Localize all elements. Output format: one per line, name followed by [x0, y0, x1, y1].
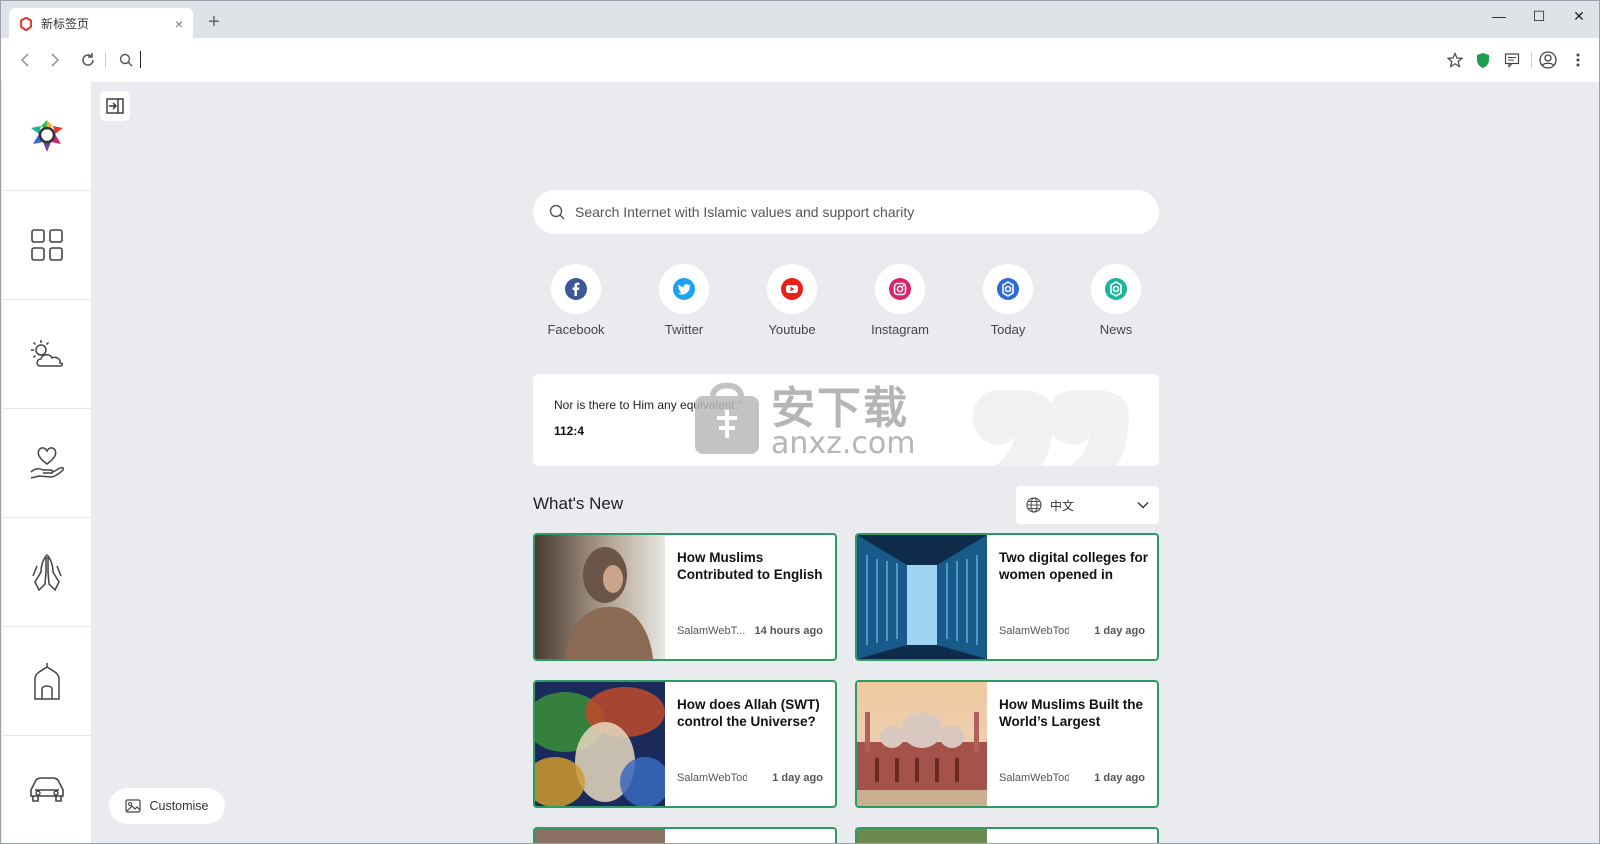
news-card[interactable]: [855, 827, 1159, 843]
car-icon: [29, 777, 64, 802]
search-bar[interactable]: [533, 190, 1159, 234]
browser-toolbar: [0, 38, 1600, 82]
news-thumbnail: [535, 829, 665, 843]
news-time: 14 hours ago: [754, 625, 823, 637]
news-thumbnail: [535, 682, 665, 806]
text-caret: [140, 51, 141, 68]
salam-logo-icon: [30, 120, 63, 152]
chat-icon[interactable]: [1500, 48, 1524, 72]
toolbar-separator: [105, 52, 106, 68]
mosque-icon: [33, 663, 60, 700]
shortcut-label: Instagram: [871, 322, 929, 337]
chevron-down-icon: [1137, 502, 1149, 509]
search-icon: [549, 204, 565, 220]
news-title: Two digital colleges for women opened in: [999, 550, 1149, 582]
news-card[interactable]: Two digital colleges for women opened in…: [855, 533, 1159, 661]
tab-title: 新标签页: [41, 17, 90, 31]
shortcut-label: News: [1099, 322, 1133, 337]
shortcuts: Facebook Twitter Youtube Instagram Today: [533, 264, 1159, 344]
news-icon: [1105, 278, 1127, 300]
news-title: How Muslims Contributed to English: [677, 550, 823, 582]
browser-tab[interactable]: 新标签页 ×: [9, 8, 193, 39]
shortcut-label: Youtube: [768, 322, 816, 337]
close-window-button[interactable]: ✕: [1559, 3, 1599, 29]
shield-icon[interactable]: [1471, 48, 1495, 72]
toolbar-separator: [1531, 52, 1532, 68]
news-thumbnail: [535, 535, 665, 659]
menu-icon[interactable]: [1566, 48, 1590, 72]
maximize-button[interactable]: ☐: [1519, 3, 1559, 29]
shortcut-twitter[interactable]: Twitter: [639, 264, 729, 337]
news-time: 1 day ago: [1094, 625, 1145, 637]
news-title: How does Allah (SWT) control the Univers…: [677, 697, 820, 729]
praying-hands-icon: [31, 553, 62, 592]
shortcut-label: Today: [990, 322, 1026, 337]
language-label: 中文: [1050, 498, 1075, 513]
today-icon: [997, 278, 1019, 300]
news-time: 1 day ago: [1094, 772, 1145, 784]
verse-text: Nor is there to Him any equivalent.": [554, 398, 743, 412]
verse-reference: 112:4: [554, 424, 585, 438]
reload-icon[interactable]: [76, 48, 100, 72]
youtube-icon: [781, 278, 803, 300]
sidebar-toggle-icon: [106, 98, 124, 114]
shortcut-label: Facebook: [547, 322, 605, 337]
customise-label: Customise: [149, 799, 209, 813]
new-tab-button[interactable]: +: [203, 11, 225, 33]
instagram-icon: [889, 278, 911, 300]
salam-logo-icon: [20, 16, 32, 31]
shortcut-facebook[interactable]: Facebook: [531, 264, 621, 337]
news-thumbnail: [857, 682, 987, 806]
news-thumbnail: [857, 829, 987, 843]
title-bar: 新标签页 × + — ☐ ✕: [0, 0, 1600, 39]
shortcut-today[interactable]: Today: [963, 264, 1053, 337]
news-time: 1 day ago: [772, 772, 823, 784]
facebook-icon: [565, 278, 587, 300]
weather-icon: [30, 340, 63, 367]
sidebar-item-charity[interactable]: [2, 409, 91, 518]
customise-button[interactable]: Customise: [109, 788, 225, 824]
grid-icon: [30, 229, 63, 261]
whats-new-title: What's New: [533, 494, 624, 513]
news-source: SalamWebToday: [999, 625, 1069, 637]
news-source: SalamWebT...: [677, 625, 746, 637]
verse-card: Nor is there to Him any equivalent." 112…: [533, 374, 1159, 466]
account-icon[interactable]: [1536, 48, 1560, 72]
sidebar-item-mosque[interactable]: [2, 627, 91, 736]
search-input[interactable]: [575, 204, 1159, 220]
image-icon: [125, 799, 142, 813]
news-card[interactable]: How Muslims Contributed to English Salam…: [533, 533, 837, 661]
address-bar[interactable]: [137, 48, 1387, 72]
sidebar-item-car[interactable]: [2, 736, 91, 843]
sidebar-toggle-button[interactable]: [100, 91, 130, 121]
news-card[interactable]: How does Allah (SWT) control the Univers…: [533, 680, 837, 808]
shortcut-instagram[interactable]: Instagram: [855, 264, 945, 337]
sidebar-item-prayer[interactable]: [2, 518, 91, 627]
quote-icon: [972, 390, 1129, 466]
sidebar-logo: [2, 82, 91, 191]
sidebar: [2, 82, 91, 843]
news-source: SalamWebToday: [999, 772, 1069, 784]
forward-icon[interactable]: [43, 48, 67, 72]
star-icon[interactable]: [1443, 48, 1467, 72]
search-icon: [114, 48, 138, 72]
shortcut-label: Twitter: [664, 322, 704, 337]
heart-hand-icon: [29, 447, 64, 479]
news-title: How Muslims Built the World’s Largest: [999, 697, 1144, 729]
new-tab-page: Facebook Twitter Youtube Instagram Today: [0, 82, 1600, 844]
news-card[interactable]: How Muslims Built the World’s Largest Sa…: [855, 680, 1159, 808]
back-icon[interactable]: [13, 48, 37, 72]
twitter-icon: [673, 278, 695, 300]
news-source: SalamWebToday: [677, 772, 747, 784]
minimize-button[interactable]: —: [1479, 3, 1519, 29]
news-card[interactable]: [533, 827, 837, 843]
globe-icon: [1026, 497, 1042, 513]
news-thumbnail: [857, 535, 987, 659]
shortcut-youtube[interactable]: Youtube: [747, 264, 837, 337]
language-select[interactable]: 中文: [1016, 486, 1159, 524]
tab-close-icon[interactable]: ×: [175, 16, 183, 32]
sidebar-item-weather[interactable]: [2, 300, 91, 409]
sidebar-item-apps[interactable]: [2, 191, 91, 300]
shortcut-news[interactable]: News: [1071, 264, 1161, 337]
